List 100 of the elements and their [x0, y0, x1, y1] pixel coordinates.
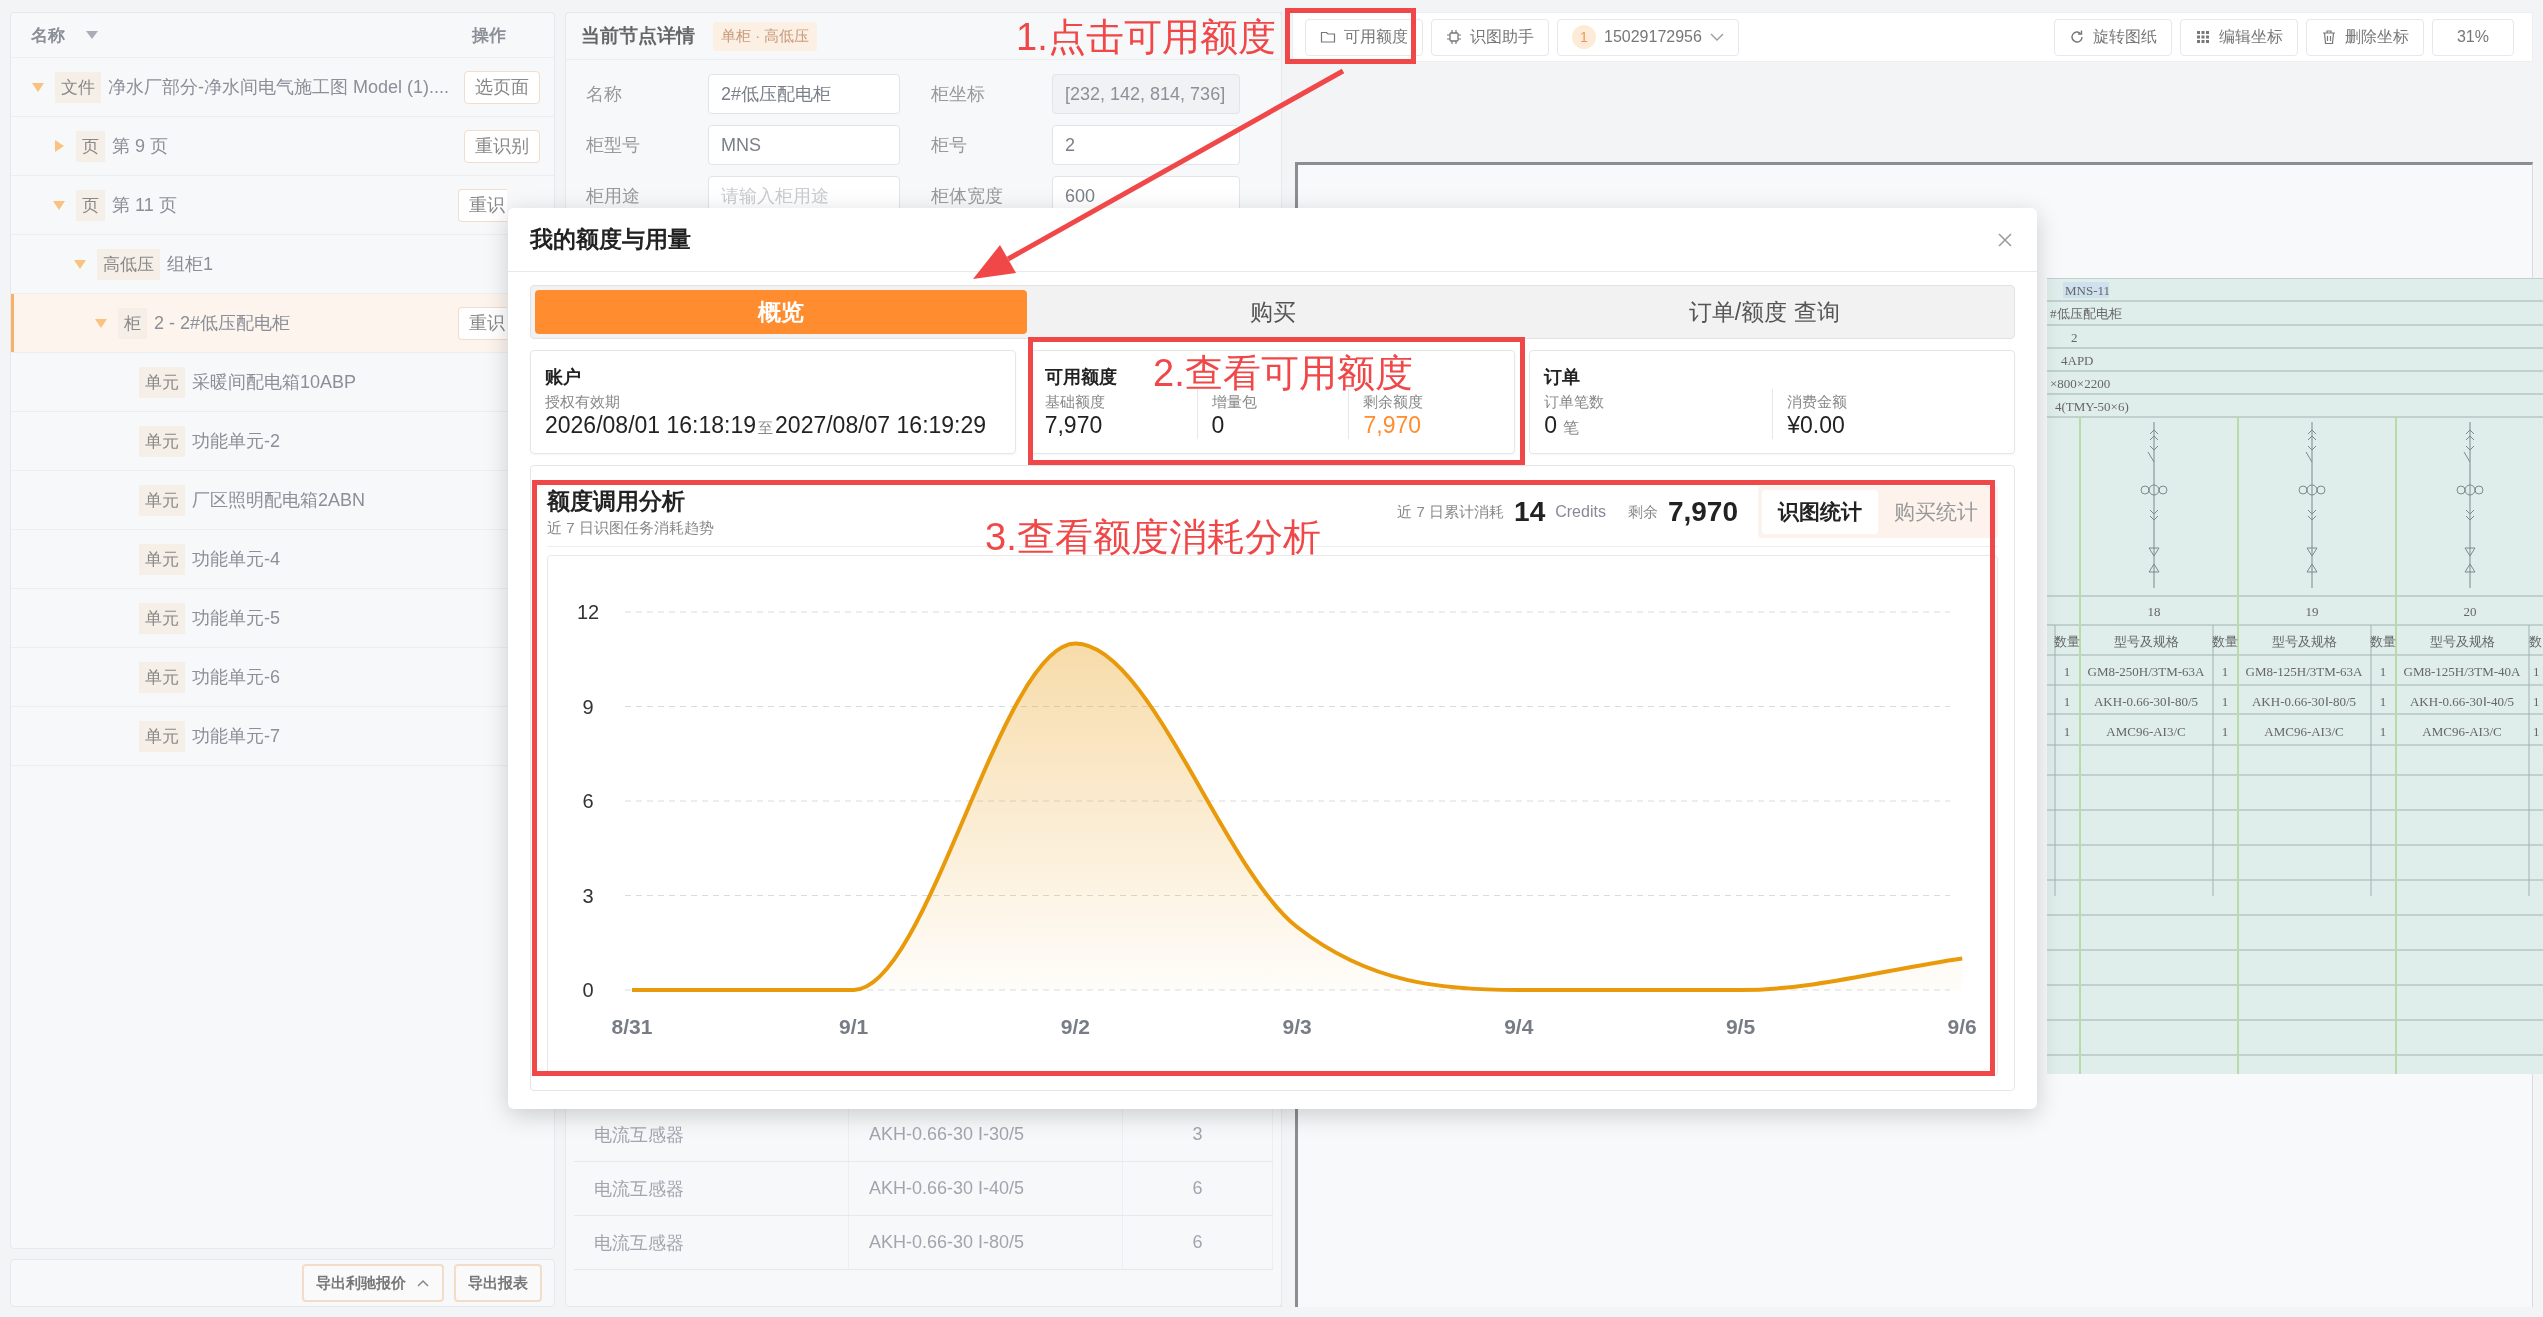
caret-right-icon[interactable] [52, 139, 66, 153]
stat-label: 剩余 [1627, 502, 1658, 522]
axis-tick-label: 9/6 [1947, 1015, 1976, 1038]
segment-tab[interactable]: 识图统计 [1762, 490, 1878, 534]
export-button[interactable]: 导出报表 [454, 1264, 542, 1302]
action-button[interactable]: 选页面 [464, 70, 540, 104]
drawing-label: 型号及规格 [2271, 634, 2337, 649]
tree-item[interactable]: 单元 功能单元-6 [11, 648, 507, 706]
tree-item[interactable]: 页 第 11 页 重识 [11, 176, 507, 234]
toolbar-button[interactable]: 旋转图纸 [2053, 18, 2172, 56]
action-button[interactable]: 重识别 [464, 129, 540, 163]
drawing-label: 1 [2533, 664, 2540, 679]
tree-item[interactable]: 高低压 组柜1 [11, 235, 507, 293]
node-label: 第 9 页 [112, 135, 169, 158]
date-value: 2027/08/07 16:19:29 [775, 412, 987, 439]
panel-title: 当前节点详情 [581, 24, 695, 48]
section-title: 额度调用分析 [547, 487, 686, 516]
card-title: 订单 [1544, 366, 1581, 389]
toolbar-button[interactable]: 识图助手 [1431, 18, 1549, 56]
stat-value: 7,970 [1363, 412, 1422, 439]
tree-item[interactable]: 文件 净水厂部分-净水间电气施工图 Model (1).... 选页面 [11, 58, 554, 116]
dialog-title: 我的额度与用量 [530, 225, 691, 254]
toolbar-button[interactable]: 可用额度 [1305, 18, 1423, 56]
type-tag: 高低压 [97, 248, 160, 280]
caret-down-icon[interactable] [94, 316, 108, 330]
tree-item[interactable]: 单元 功能单元-2 [11, 412, 507, 470]
tree-item[interactable]: 单元 功能单元-4 [11, 530, 507, 588]
folder-icon [1320, 29, 1336, 45]
action-button[interactable]: 重识 [458, 306, 507, 340]
table-cell: AKH-0.66-30 I-40/5 [849, 1162, 1123, 1215]
unit-label: 笔 [1563, 418, 1580, 438]
stat-value: 0 [1211, 412, 1226, 439]
zoom-level[interactable]: 31% [2431, 18, 2514, 56]
caret-down-icon[interactable] [73, 257, 87, 271]
caret-down-icon[interactable] [31, 80, 45, 94]
chevron-down-icon [1709, 32, 1724, 42]
table-cell: 电流互感器 [574, 1216, 849, 1269]
type-tag: 单元 [139, 543, 185, 575]
type-tag: 单元 [139, 425, 185, 457]
drawing-label: 1 [2063, 694, 2071, 709]
type-tag: 单元 [139, 720, 185, 752]
tab[interactable]: 订单/额度 查询 [1518, 290, 2010, 334]
annotation-text: 1.点击可用额度 [1016, 15, 1276, 60]
input-field[interactable]: 2 [1052, 125, 1240, 165]
caret-down-icon[interactable] [52, 198, 66, 212]
drawing-label: ×800×2200 [2050, 376, 2111, 391]
tree-item[interactable]: 单元 功能单元-7 [11, 707, 507, 765]
axis-tick-label: 9/3 [1282, 1015, 1312, 1038]
drawing-label: #低压配电柜 [2050, 306, 2122, 321]
tree-item[interactable]: 单元 厂区照明配电箱2ABN [11, 471, 507, 529]
sort-caret-icon[interactable] [85, 30, 99, 40]
drawing-label: 数量 [2370, 634, 2396, 649]
drawing-label: 1 [2379, 724, 2387, 739]
account-select[interactable]: 1 15029172956 [1557, 18, 1739, 56]
axis-tick-label: 9 [582, 695, 594, 718]
drawing-label: 型号及规格 [2113, 634, 2179, 649]
type-tag: 文件 [55, 71, 101, 103]
card-title: 账户 [545, 366, 581, 389]
toolbar-button[interactable]: 编辑坐标 [2179, 18, 2298, 56]
node-label: 功能单元-5 [192, 607, 281, 630]
close-icon[interactable] [1997, 231, 2013, 248]
tree-item[interactable]: 单元 采暖间配电箱10ABP [11, 353, 507, 411]
stat-label: 消费金额 [1787, 393, 1849, 412]
stat-label: 近 7 日累计消耗 [1397, 502, 1505, 522]
drawing-label: 1 [2221, 724, 2229, 739]
drawing-label: AMC96-AI3/C [2106, 724, 2186, 739]
drawing-label: AKH-0.66-30Ⅰ-80/5 [2094, 694, 2198, 709]
field-label: 柜坐标 [931, 83, 986, 106]
input-field[interactable]: 2#低压配电柜 [708, 74, 900, 114]
export-button[interactable]: 导出利驰报价 [302, 1264, 444, 1302]
input-field[interactable]: MNS [708, 125, 900, 165]
field-label: 柜号 [931, 134, 968, 157]
tree-item[interactable]: 单元 功能单元-5 [11, 589, 507, 647]
stat-value: 7,970 [1667, 496, 1738, 528]
stat-value: 14 [1514, 496, 1546, 528]
drawing-label: AMC96-AI3/C [2264, 724, 2344, 739]
drawing-label: 18 [2147, 604, 2161, 619]
tree-item[interactable]: 页 第 9 页 重识别 [11, 117, 554, 175]
action-button[interactable]: 重识 [458, 188, 507, 222]
stat-label: 授权有效期 [545, 393, 621, 412]
stat-value: ¥0.00 [1787, 412, 1845, 439]
drawing-label: 2 [2071, 330, 2078, 345]
drawing-label: 1 [2063, 664, 2071, 679]
separator-text: 至 [758, 419, 774, 438]
tab[interactable]: 购买 [1026, 290, 1519, 334]
rotate-icon [2068, 29, 2085, 45]
drawing-label: GM8-125H/3TM-40A [2403, 664, 2521, 679]
type-tag: 单元 [139, 602, 185, 634]
tree-item[interactable]: 柜 2 - 2#低压配电柜 重识 [11, 294, 507, 352]
field-label: 柜用途 [586, 185, 641, 208]
type-tag: 柜 [118, 307, 147, 339]
drawing-label: 1 [2533, 724, 2540, 739]
table-cell: 6 [1123, 1216, 1273, 1269]
node-label: 组柜1 [167, 253, 214, 276]
card-title: 可用额度 [1044, 366, 1117, 389]
stat-value: 7,970 [1044, 412, 1104, 439]
toolbar-button[interactable]: 删除坐标 [2305, 18, 2424, 56]
tab[interactable]: 概览 [535, 290, 1027, 334]
unit-label: Credits [1555, 503, 1606, 521]
type-tag: 页 [76, 189, 105, 221]
